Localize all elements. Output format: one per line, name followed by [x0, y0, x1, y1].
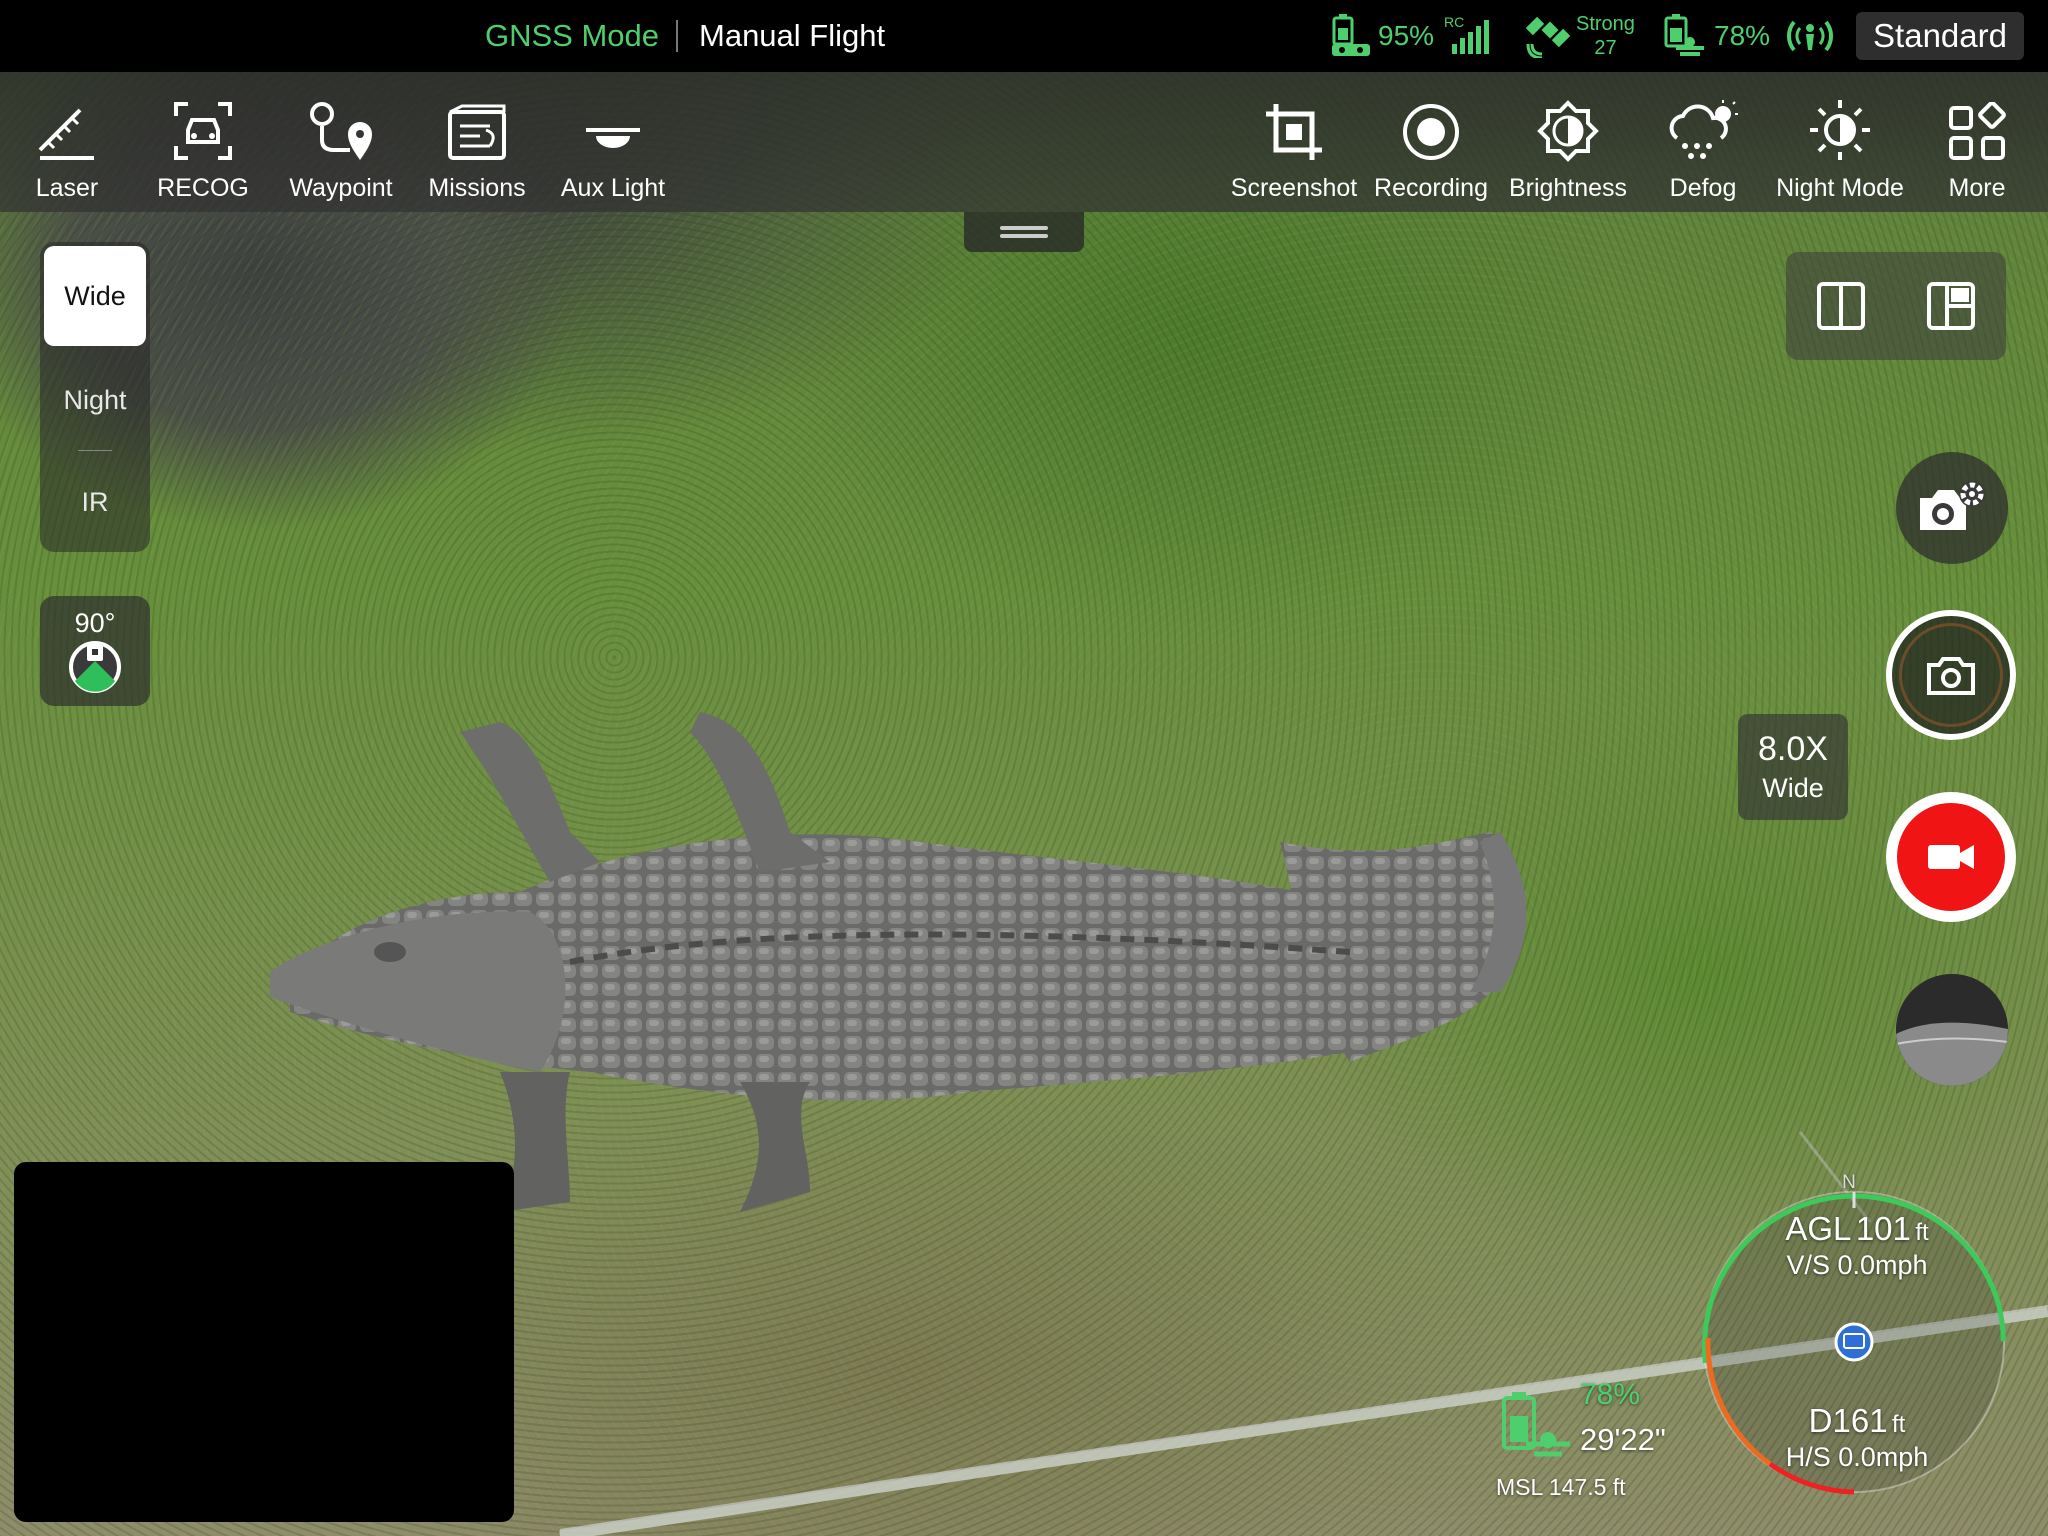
brightness-button[interactable]: Brightness: [1508, 72, 1628, 212]
toolbar: Laser RECOG Waypoint Missions Aux Light …: [0, 72, 2048, 212]
recog-label: RECOG: [157, 174, 249, 202]
gps-status[interactable]: Strong 27: [1526, 0, 1635, 72]
picture-in-picture-view[interactable]: [14, 1162, 514, 1522]
compass-north-label: N: [1842, 1172, 1856, 1193]
recording-toggle-button[interactable]: Recording: [1371, 72, 1491, 212]
obstacle-sensing-status[interactable]: [1784, 0, 1836, 72]
gps-satellite-count: 27: [1594, 37, 1617, 59]
record-fill: [1897, 803, 2005, 911]
screenshot-button[interactable]: Screenshot: [1230, 72, 1358, 212]
gps-readout: Strong 27: [1576, 12, 1635, 60]
rc-signal-icon: RC: [1444, 14, 1494, 58]
divider: [78, 450, 112, 451]
missions-icon: [448, 104, 506, 160]
lens-option-wide[interactable]: Wide: [44, 246, 146, 346]
record-circle-icon: [1403, 104, 1459, 160]
waypoint-button[interactable]: Waypoint: [281, 72, 401, 212]
rc-battery-status[interactable]: 95%: [1330, 0, 1434, 72]
aux-light-label: Aux Light: [560, 174, 666, 202]
laser-button[interactable]: Laser: [7, 72, 127, 212]
laser-rangefinder-icon: [38, 108, 94, 160]
divider: [676, 20, 678, 52]
vertical-speed: V/S 0.0mph: [1786, 1250, 1928, 1280]
aux-light-button[interactable]: Aux Light: [553, 72, 673, 212]
horizontal-speed: H/S 0.0mph: [1785, 1442, 1929, 1472]
night-mode-icon: [1810, 100, 1870, 160]
more-label: More: [1948, 174, 2006, 202]
camera-settings-icon: [1920, 481, 1985, 530]
defog-label: Defog: [1669, 174, 1737, 202]
laser-label: Laser: [35, 174, 99, 202]
brightness-icon: [1537, 100, 1599, 162]
view-layout-panel: [1786, 252, 2006, 360]
rc-battery-icon: [1332, 14, 1370, 56]
agl-readout: AGL 101 ft V/S 0.0mph: [1722, 1210, 1992, 1281]
gimbal-pitch: 90°: [74, 608, 116, 638]
brightness-label: Brightness: [1508, 174, 1628, 202]
aircraft-battery-status[interactable]: 78%: [1662, 0, 1770, 72]
rc-battery-percent: 95%: [1378, 20, 1435, 51]
agl-label: AGL: [1785, 1210, 1852, 1247]
vehicle-recognition-icon: [174, 102, 232, 160]
zoom-indicator[interactable]: 8.0X Wide: [1738, 714, 1848, 820]
flight-battery-telemetry: 78% 29'22" MSL 147.5 ft: [1494, 1378, 1694, 1508]
toolbar-collapse-handle[interactable]: [964, 212, 1084, 252]
video-camera-icon: [1928, 845, 1974, 869]
crop-screenshot-icon: [1266, 104, 1322, 160]
recording-label: Recording: [1374, 174, 1488, 202]
distance-unit: ft: [1892, 1411, 1906, 1438]
shutter-ring: [1899, 623, 2003, 727]
drone-battery-icon: [1502, 1392, 1570, 1457]
photo-shutter-button[interactable]: [1886, 610, 2016, 740]
missions-button[interactable]: Missions: [417, 72, 537, 212]
distance-value: 161: [1832, 1402, 1888, 1439]
aircraft-battery-percent: 78%: [1714, 20, 1771, 51]
drone-battery-icon: [1664, 14, 1704, 56]
flight-profile-button[interactable]: Standard: [1856, 12, 2024, 60]
more-button[interactable]: More: [1917, 72, 2037, 212]
lens-option-ir[interactable]: IR: [44, 452, 146, 552]
missions-label: Missions: [428, 174, 526, 202]
gallery-preview-image: [1896, 974, 2008, 1086]
drag-handle-icon: [1000, 226, 1048, 238]
zoom-lens: Wide: [1762, 773, 1824, 803]
flight-time-remaining: 29'22": [1580, 1422, 1666, 1457]
rc-signal-status[interactable]: RC: [1444, 0, 1494, 72]
distance-label: D: [1808, 1402, 1833, 1439]
agl-unit: ft: [1915, 1219, 1929, 1246]
agl-value: 101: [1855, 1210, 1911, 1247]
gimbal-attitude-icon: [69, 641, 121, 693]
gallery-thumbnail[interactable]: [1896, 974, 2008, 1086]
msl-altitude: MSL 147.5 ft: [1496, 1474, 1626, 1500]
pip-layout-icon[interactable]: [1925, 280, 1977, 332]
waypoint-icon: [310, 102, 372, 160]
distance-readout: D161 ft H/S 0.0mph: [1722, 1402, 1992, 1473]
flight-mode[interactable]: Manual Flight: [699, 18, 885, 54]
positioning-mode[interactable]: GNSS Mode: [485, 18, 659, 54]
night-mode-button[interactable]: Night Mode: [1776, 72, 1904, 212]
crocodile-subject: [270, 712, 1527, 1212]
aux-light-icon: [586, 128, 640, 148]
gps-strength: Strong: [1576, 13, 1635, 35]
screenshot-label: Screenshot: [1230, 174, 1358, 202]
defog-icon: [1669, 100, 1738, 159]
satellite-icon: [1526, 16, 1570, 58]
lens-selector: Wide Night IR: [40, 242, 150, 552]
split-view-icon[interactable]: [1815, 280, 1867, 332]
lens-option-night[interactable]: Night: [44, 350, 146, 450]
night-mode-label: Night Mode: [1776, 174, 1904, 202]
recog-button[interactable]: RECOG: [143, 72, 263, 212]
gimbal-indicator[interactable]: 90°: [40, 596, 150, 706]
obstacle-sensing-icon: [1786, 20, 1834, 52]
camera-settings-button[interactable]: [1896, 452, 2008, 564]
zoom-level: 8.0X: [1758, 730, 1828, 768]
status-bar: GNSS Mode Manual Flight 95% RC Strong 27…: [0, 0, 2048, 72]
camera-icon: [1927, 657, 1975, 695]
battery-percent: 78%: [1580, 1378, 1641, 1411]
record-video-button[interactable]: [1886, 792, 2016, 922]
waypoint-label: Waypoint: [289, 174, 393, 202]
grid-more-icon: [1949, 102, 2006, 160]
defog-button[interactable]: Defog: [1643, 72, 1763, 212]
